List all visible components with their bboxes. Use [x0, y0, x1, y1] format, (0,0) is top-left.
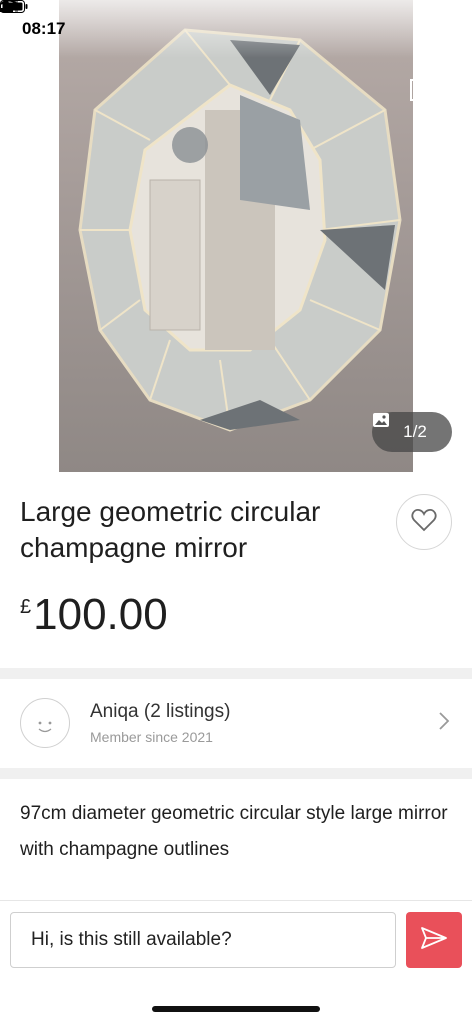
favourite-button[interactable]: [396, 494, 452, 550]
status-bar: 08:17: [0, 0, 472, 58]
photo-counter-badge: 1/2: [372, 412, 452, 452]
divider: [0, 900, 472, 901]
photo-counter: 1/2: [403, 422, 427, 441]
listing-description: 97cm diameter geometric circular style l…: [20, 803, 448, 860]
listing-price: £100.00: [20, 590, 168, 640]
status-time: 08:17: [22, 19, 66, 38]
message-input[interactable]: [10, 912, 396, 968]
send-icon: [420, 926, 448, 955]
send-button[interactable]: [406, 912, 462, 968]
avatar: [20, 698, 70, 748]
mirror-illustration: [78, 28, 402, 432]
listing-title: Large geometric circular champagne mirro…: [20, 496, 321, 563]
seller-name: Aniqa (2 listings): [90, 701, 231, 722]
price-amount: 100.00: [33, 590, 168, 639]
heart-icon: [411, 508, 437, 537]
listing-photo-gallery[interactable]: 08:17 1/2: [0, 0, 472, 472]
section-divider: [0, 668, 472, 679]
share-button[interactable]: [408, 66, 440, 101]
chevron-right-icon: [438, 711, 450, 736]
seller-member-since: Member since 2021: [90, 729, 213, 745]
section-divider: [0, 768, 472, 779]
seller-row[interactable]: Aniqa (2 listings) Member since 2021: [0, 679, 472, 767]
home-indicator: [152, 1006, 320, 1012]
price-currency: £: [20, 596, 32, 618]
back-button[interactable]: [10, 66, 42, 98]
